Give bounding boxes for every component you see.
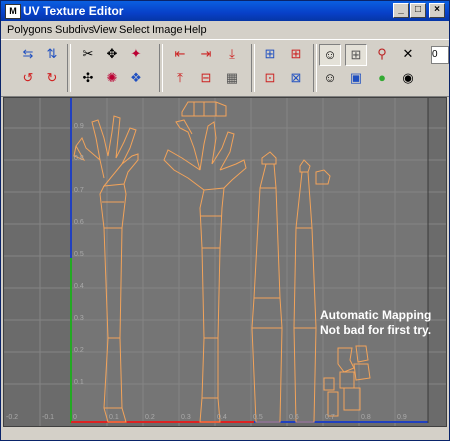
display-grid-icon[interactable]: ⊞ bbox=[345, 44, 367, 66]
tick-left-4: 0.5 bbox=[74, 251, 84, 258]
tick-left-7: 0.2 bbox=[74, 347, 84, 354]
maximize-button[interactable]: □ bbox=[410, 3, 426, 18]
menu-bar: Polygons Subdivs View Select Image Help bbox=[1, 21, 449, 39]
tick-bottom-10: 0.8 bbox=[361, 414, 371, 421]
display-image-icon[interactable]: ☺ bbox=[319, 68, 341, 90]
tick-bottom-6: 0.4 bbox=[217, 414, 227, 421]
rotate-ccw-icon[interactable]: ↺ bbox=[17, 68, 39, 90]
isolate-select-icon[interactable]: ⊡ bbox=[259, 68, 281, 90]
menu-select[interactable]: Select bbox=[119, 24, 150, 36]
status-bar bbox=[1, 428, 449, 440]
texture-filter-icon[interactable]: ✕ bbox=[397, 44, 419, 66]
tick-bottom-1: -0.1 bbox=[42, 414, 55, 421]
tick-left-3: 0.6 bbox=[74, 219, 84, 226]
uv-shells bbox=[73, 101, 371, 423]
window-title: UV Texture Editor bbox=[23, 4, 124, 18]
sew-uvs-icon[interactable]: ✥ bbox=[101, 44, 123, 66]
uv-grid bbox=[4, 98, 446, 426]
add-to-isolate-icon[interactable]: ⊠ bbox=[285, 68, 307, 90]
grid-snap-icon[interactable]: ⊞ bbox=[285, 44, 307, 66]
title-bar[interactable]: M UV Texture Editor _ □ × bbox=[1, 1, 449, 21]
unfold-icon[interactable]: ✣ bbox=[77, 68, 99, 90]
tick-bottom-11: 0.9 bbox=[397, 414, 407, 421]
menu-help[interactable]: Help bbox=[184, 24, 207, 36]
tick-bottom-5: 0.3 bbox=[181, 414, 191, 421]
tick-bottom-2: 0 bbox=[73, 414, 77, 421]
grid-uvs-icon[interactable]: ⊞ bbox=[259, 44, 281, 66]
tick-bottom-0: -0.2 bbox=[6, 414, 19, 421]
annotation-line-1: Automatic Mapping bbox=[320, 308, 432, 322]
menu-subdivs[interactable]: Subdivs bbox=[55, 24, 94, 36]
cut-uvs-icon[interactable]: ✂ bbox=[77, 44, 99, 66]
close-button[interactable]: × bbox=[429, 3, 445, 18]
uv-texture-editor-window: M UV Texture Editor _ □ × Polygons Subdi… bbox=[0, 0, 450, 441]
align-right-icon[interactable]: ⇥ bbox=[195, 44, 217, 66]
tick-left-8: 0.1 bbox=[74, 379, 84, 386]
minimize-button[interactable]: _ bbox=[393, 3, 409, 18]
layout-icon[interactable]: ✺ bbox=[101, 68, 123, 90]
menu-view[interactable]: View bbox=[93, 24, 117, 36]
flip-u-icon[interactable]: ⇆ bbox=[17, 44, 39, 66]
tick-bottom-4: 0.2 bbox=[145, 414, 155, 421]
tick-left-0: 0.9 bbox=[74, 123, 84, 130]
relax-icon[interactable]: ❖ bbox=[125, 68, 147, 90]
dim-image-icon[interactable]: ▣ bbox=[345, 68, 367, 90]
toolbar: ⇆ ⇅ ✂ ✥ ✦ ⇤ ⇥ ⤓ ⊞ ⊞ ☺ ⊞ ⚲ ✕ ↺ ↻ ✣ ✺ ❖ ⤒ … bbox=[1, 39, 449, 97]
rgb-channels-icon[interactable]: ● bbox=[371, 68, 393, 90]
value-field[interactable]: 0 bbox=[431, 46, 449, 64]
tick-left-6: 0.3 bbox=[74, 315, 84, 322]
tick-left-1: 0.8 bbox=[74, 155, 84, 162]
alpha-channel-icon[interactable]: ◉ bbox=[397, 68, 419, 90]
shaded-uvs-icon[interactable]: ☺ bbox=[319, 44, 341, 66]
tick-bottom-9: 0.7 bbox=[325, 414, 335, 421]
uv-viewport[interactable]: 0.9 0.8 0.7 0.6 0.5 0.4 0.3 0.2 0.1 -0.2… bbox=[3, 97, 447, 427]
rotate-cw-icon[interactable]: ↻ bbox=[41, 68, 63, 90]
checker-icon[interactable]: ▦ bbox=[221, 68, 243, 90]
tick-bottom-3: 0.1 bbox=[109, 414, 119, 421]
maya-app-icon: M bbox=[5, 4, 21, 19]
annotation-text: Automatic Mapping Not bad for first try. bbox=[320, 308, 431, 338]
align-bottom-icon[interactable]: ⤓ bbox=[221, 44, 243, 66]
pixel-snap-icon[interactable]: ⚲ bbox=[371, 44, 393, 66]
menu-image[interactable]: Image bbox=[152, 24, 183, 36]
align-top-icon[interactable]: ⤒ bbox=[169, 68, 191, 90]
annotation-line-2: Not bad for first try. bbox=[320, 323, 432, 337]
align-center-icon[interactable]: ⊟ bbox=[195, 68, 217, 90]
move-sew-icon[interactable]: ✦ bbox=[125, 44, 147, 66]
tick-bottom-7: 0.5 bbox=[253, 414, 263, 421]
flip-v-icon[interactable]: ⇅ bbox=[41, 44, 63, 66]
align-left-icon[interactable]: ⇤ bbox=[169, 44, 191, 66]
tick-left-2: 0.7 bbox=[74, 187, 84, 194]
tick-left-5: 0.4 bbox=[74, 283, 84, 290]
menu-polygons[interactable]: Polygons bbox=[7, 24, 52, 36]
tick-bottom-8: 0.6 bbox=[289, 414, 299, 421]
